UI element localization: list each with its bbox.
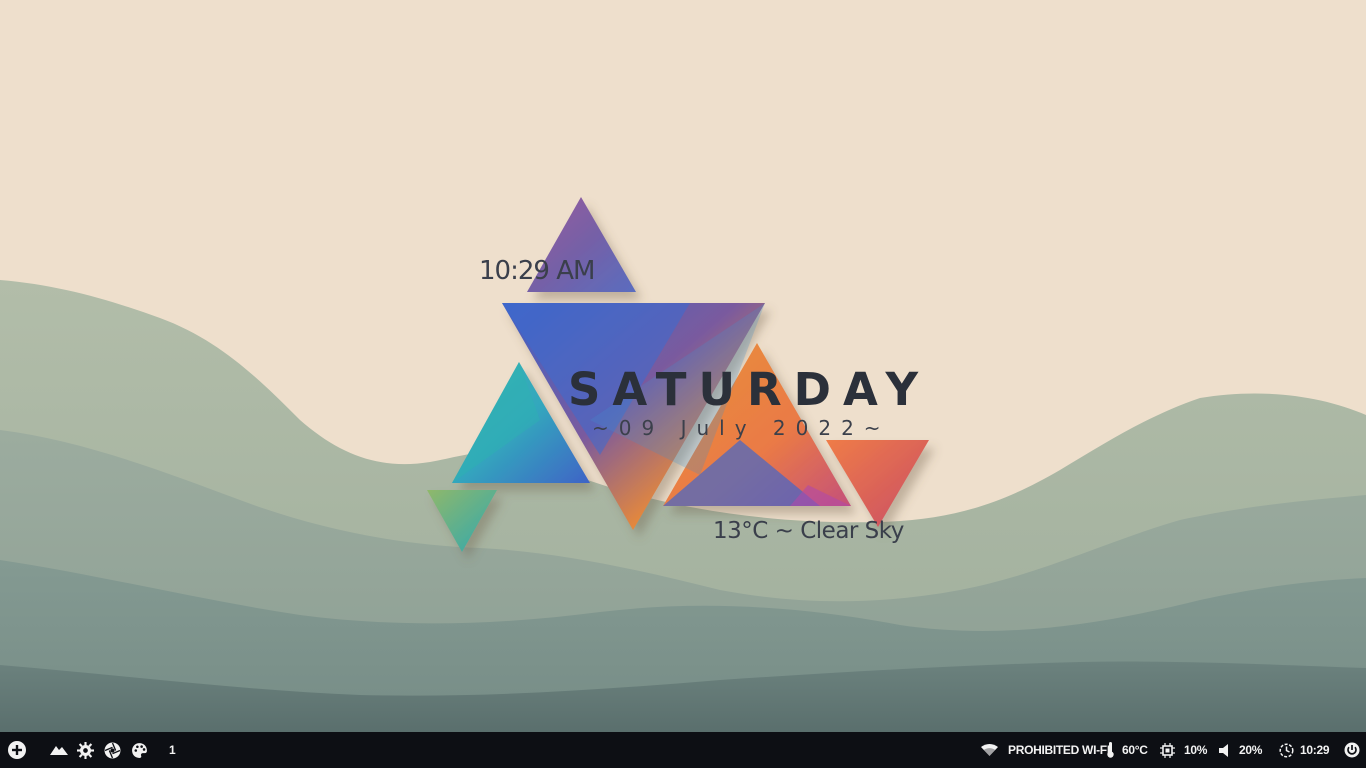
volume-icon[interactable] <box>1219 732 1231 768</box>
cpu-usage: 10% <box>1184 743 1208 757</box>
mountain-icon[interactable] <box>50 732 68 768</box>
plus-circle-icon[interactable] <box>7 732 27 768</box>
volume-level[interactable]: 20% <box>1239 732 1262 768</box>
wifi-icon[interactable] <box>981 732 998 768</box>
widget-day-name: SATURDAY <box>568 363 931 416</box>
panel-clock[interactable]: 10:29 <box>1300 732 1330 768</box>
widget-date: ~09 July 2022~ <box>592 416 891 440</box>
thermometer-icon <box>1106 732 1115 768</box>
workspace-indicator[interactable]: 1 <box>169 732 176 768</box>
widget-clock: 10:29 AM <box>479 256 595 286</box>
aperture-icon[interactable] <box>104 732 121 768</box>
desktop: 10:29 AM SATURDAY ~09 July 2022~ 13°C ~ … <box>0 0 1366 732</box>
gear-icon[interactable] <box>77 732 94 768</box>
palette-icon[interactable] <box>131 732 148 768</box>
bottom-panel: 1 PROHIBITED WI-FI 60°C 10% 20% 10:29 <box>0 732 1366 768</box>
power-icon[interactable] <box>1344 732 1360 768</box>
clock-icon <box>1279 732 1294 768</box>
wifi-label[interactable]: PROHIBITED WI-FI <box>1008 732 1110 768</box>
temperature-value: 60°C <box>1122 743 1148 757</box>
widget-weather: 13°C ~ Clear Sky <box>713 518 904 544</box>
cpu-icon <box>1160 732 1175 768</box>
